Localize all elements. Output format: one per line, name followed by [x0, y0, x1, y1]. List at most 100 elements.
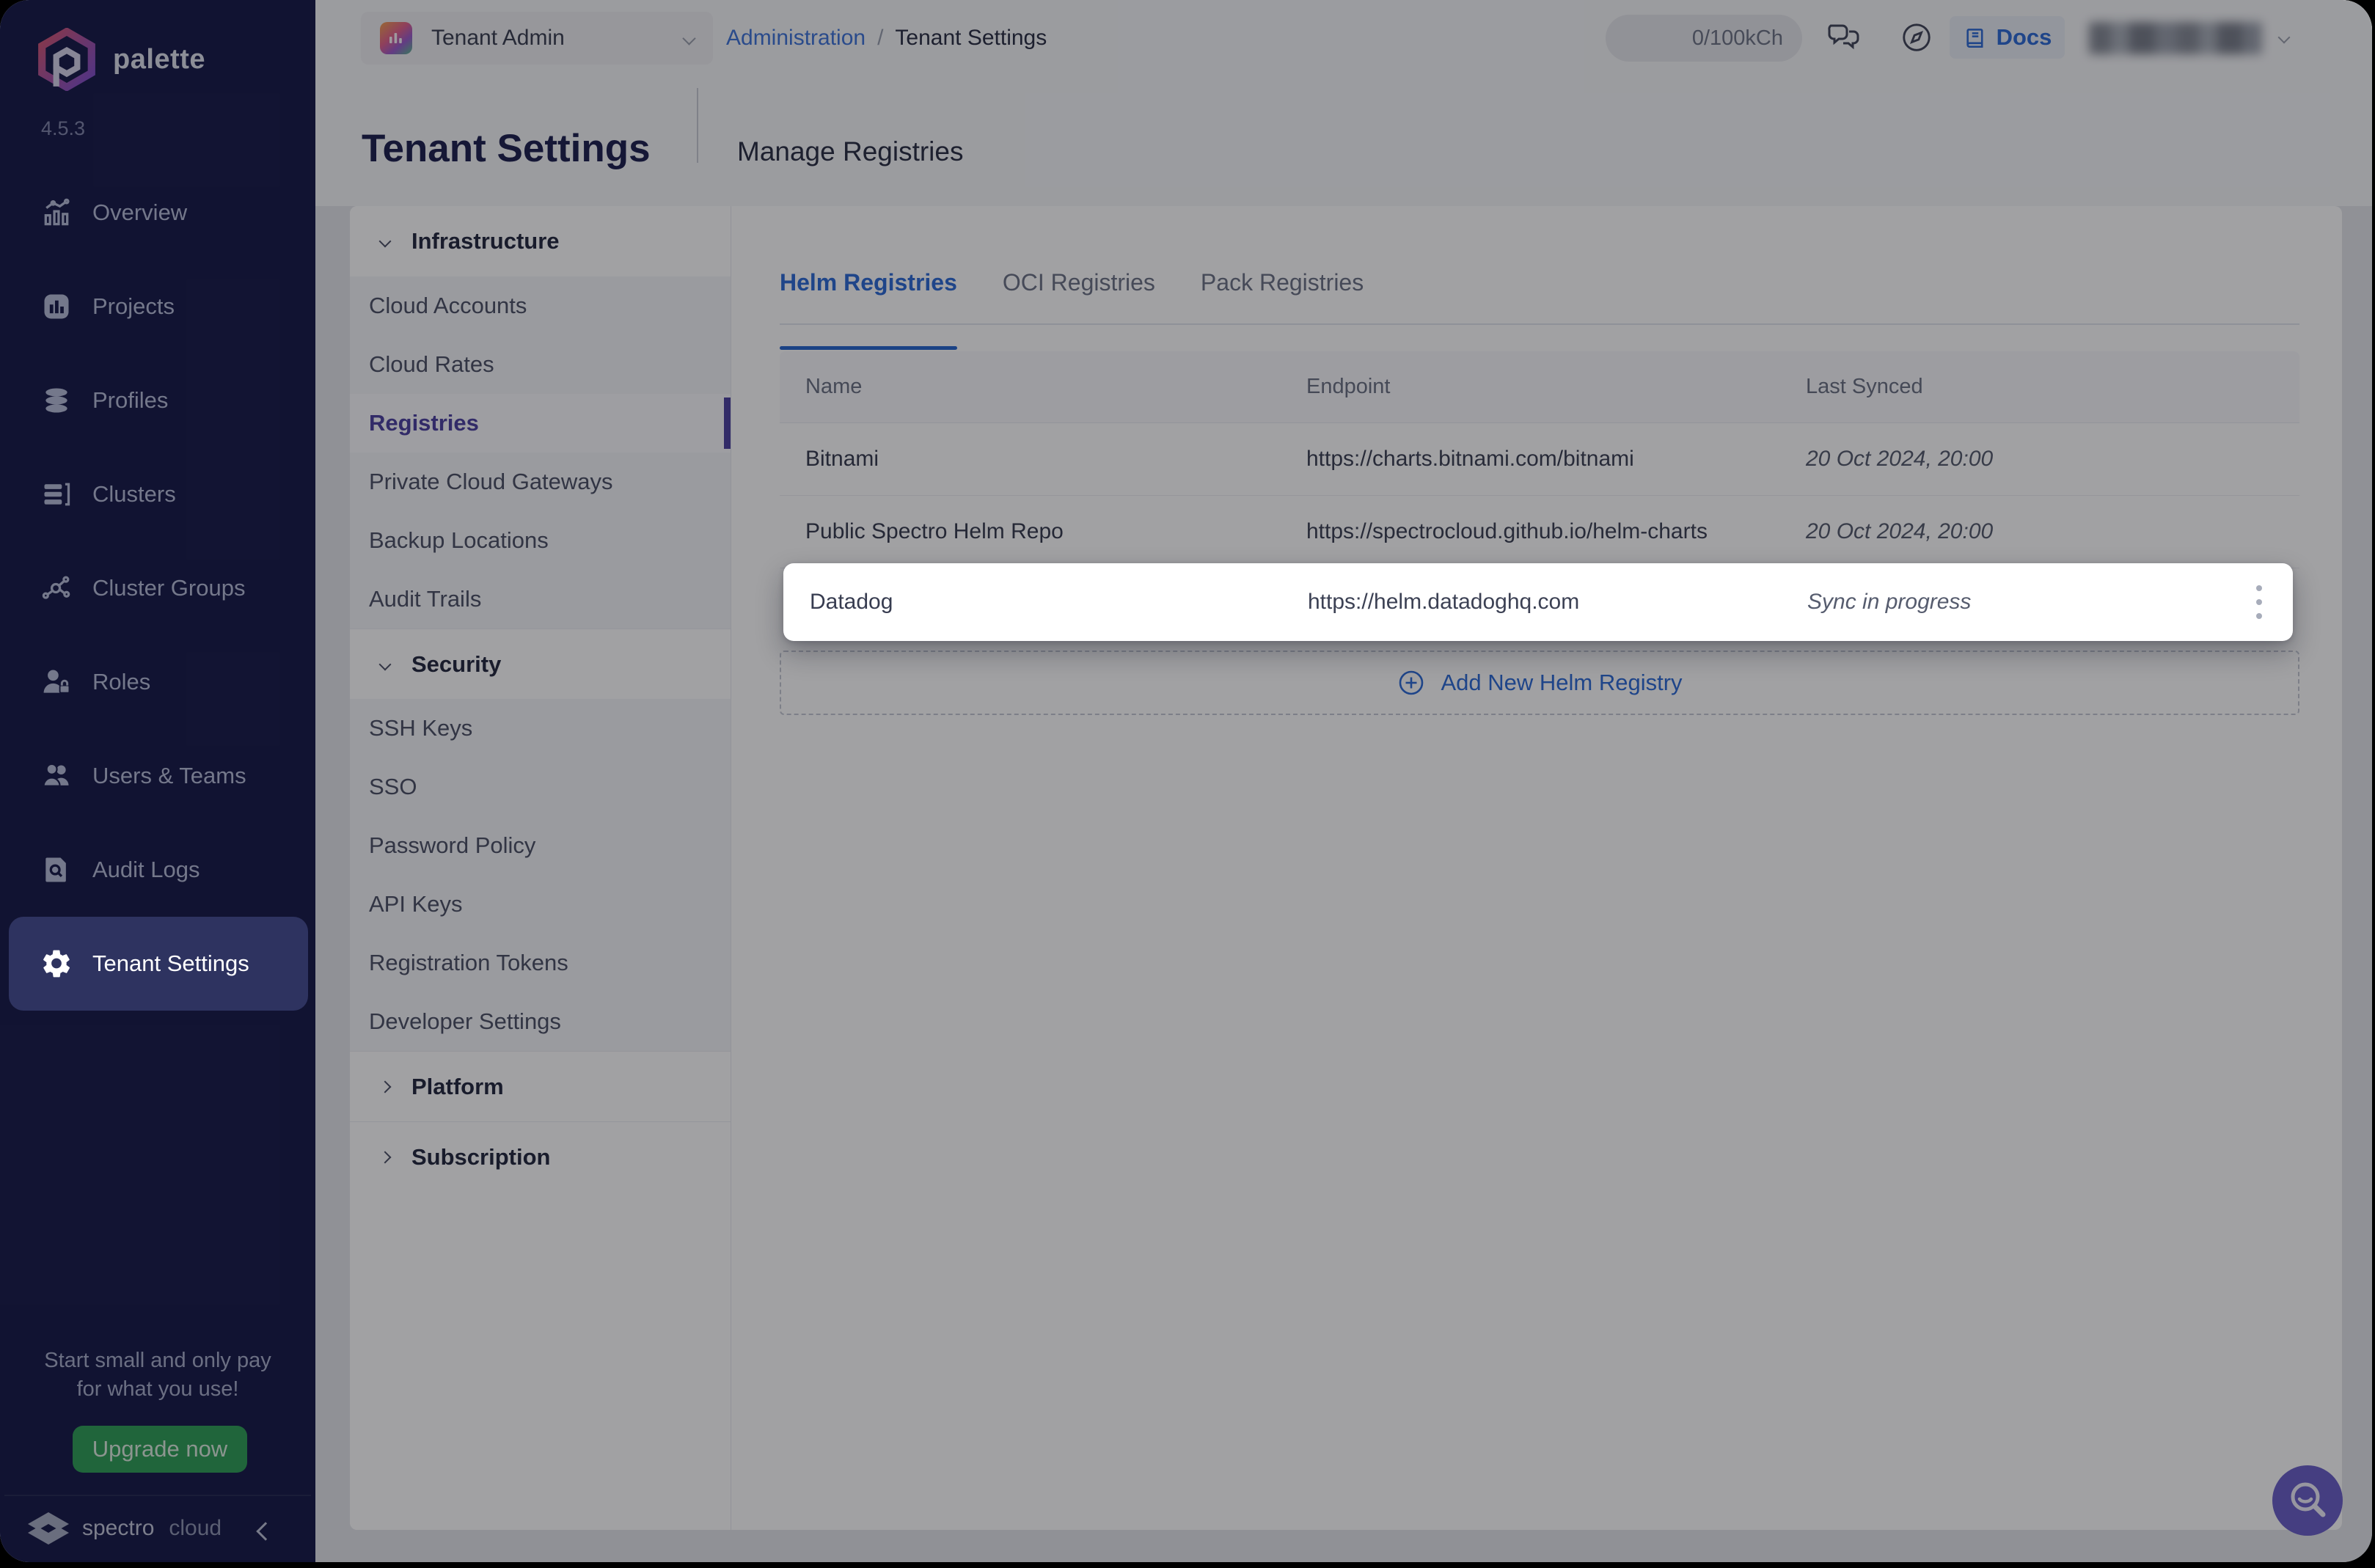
cell-endpoint: https://spectrocloud.github.io/helm-char…	[1306, 519, 1806, 544]
column-name: Name	[780, 375, 1306, 399]
user-menu-chevron-icon[interactable]	[2280, 32, 2288, 45]
tab-pack-registries[interactable]: Pack Registries	[1201, 269, 1364, 323]
registries-content: Helm Registries OCI Registries Pack Regi…	[731, 206, 2342, 1530]
overview-chart-icon	[40, 196, 73, 230]
settings-item-developer-settings[interactable]: Developer Settings	[350, 992, 731, 1051]
book-icon	[1963, 25, 1988, 50]
sidebar-item-label: Audit Logs	[92, 857, 200, 883]
title-divider	[697, 88, 698, 163]
chevron-down-icon	[379, 658, 392, 670]
chevron-right-icon	[379, 1080, 392, 1093]
brand-name: palette	[113, 44, 205, 76]
settings-item-backup-locations[interactable]: Backup Locations	[350, 511, 731, 570]
sidebar-item-label: Overview	[92, 199, 187, 226]
settings-item-label: Registration Tokens	[369, 950, 568, 976]
settings-item-registries[interactable]: Registries	[350, 394, 731, 453]
breadcrumb: Administration / Tenant Settings	[726, 0, 1047, 76]
explore-button[interactable]	[1900, 21, 1933, 54]
sidebar-footer-divider	[4, 1495, 311, 1496]
upgrade-now-button[interactable]: Upgrade now	[73, 1426, 247, 1473]
app-window: palette 4.5.3 Overview	[0, 0, 2372, 1562]
section-label: Security	[411, 651, 501, 678]
settings-item-password-policy[interactable]: Password Policy	[350, 816, 731, 875]
gear-icon	[40, 947, 73, 981]
usage-meter-pill[interactable]: 0/100kCh	[1606, 15, 1802, 62]
cell-endpoint: https://helm.datadoghq.com	[1308, 590, 1807, 615]
settings-item-cloud-rates[interactable]: Cloud Rates	[350, 335, 731, 394]
cell-name: Bitnami	[780, 447, 1306, 472]
brand-logo: palette	[38, 28, 205, 91]
table-row-bitnami[interactable]: Bitnami https://charts.bitnami.com/bitna…	[780, 423, 2299, 496]
user-name-redacted[interactable]	[2089, 22, 2262, 54]
promo-line1: Start small and only pay	[0, 1347, 315, 1375]
chevron-left-icon	[256, 1522, 274, 1540]
sidebar-item-tenant-settings[interactable]: Tenant Settings	[9, 917, 308, 1011]
row-actions-kebab-icon[interactable]	[2244, 580, 2274, 624]
docs-button[interactable]: Docs	[1950, 16, 2065, 59]
settings-item-label: Cloud Accounts	[369, 293, 527, 319]
palette-hex-logo-icon	[38, 28, 95, 91]
sidebar-item-label: Roles	[92, 669, 150, 695]
project-scope-icon	[380, 22, 412, 54]
project-scope-label: Tenant Admin	[431, 26, 565, 51]
sidebar-collapse-button[interactable]	[252, 1518, 279, 1545]
sidebar-item-label: Clusters	[92, 481, 176, 508]
tab-oci-registries[interactable]: OCI Registries	[1003, 269, 1155, 323]
compass-icon	[1900, 21, 1933, 54]
cell-name: Public Spectro Helm Repo	[780, 519, 1306, 544]
users-teams-icon	[40, 759, 73, 793]
column-endpoint: Endpoint	[1306, 375, 1806, 399]
breadcrumb-administration-link[interactable]: Administration	[726, 26, 866, 51]
upgrade-promo: Start small and only pay for what you us…	[0, 1347, 315, 1404]
sidebar-item-roles[interactable]: Roles	[0, 635, 315, 729]
table-row-public-spectro-helm-repo[interactable]: Public Spectro Helm Repo https://spectro…	[780, 496, 2299, 568]
section-subscription[interactable]: Subscription	[350, 1121, 731, 1192]
project-scope-selector[interactable]: Tenant Admin	[361, 12, 713, 65]
audit-logs-icon	[40, 853, 73, 887]
settings-item-label: Developer Settings	[369, 1008, 561, 1035]
settings-item-audit-trails[interactable]: Audit Trails	[350, 570, 731, 629]
section-label: Platform	[411, 1074, 504, 1100]
section-infrastructure[interactable]: Infrastructure	[350, 206, 731, 276]
settings-item-private-cloud-gateways[interactable]: Private Cloud Gateways	[350, 453, 731, 511]
settings-item-api-keys[interactable]: API Keys	[350, 875, 731, 934]
settings-item-label: SSH Keys	[369, 715, 472, 741]
add-new-helm-registry-button[interactable]: Add New Helm Registry	[780, 651, 2299, 715]
sidebar-item-overview[interactable]: Overview	[0, 166, 315, 260]
chat-button[interactable]	[1825, 19, 1863, 56]
tabs-divider	[780, 323, 2299, 325]
settings-item-sso[interactable]: SSO	[350, 758, 731, 816]
sidebar-item-users-teams[interactable]: Users & Teams	[0, 729, 315, 823]
settings-item-registration-tokens[interactable]: Registration Tokens	[350, 934, 731, 992]
table-row-datadog-highlighted[interactable]: Datadog https://helm.datadoghq.com Sync …	[783, 563, 2293, 641]
cell-last-synced: 20 Oct 2024, 20:00	[1806, 519, 2299, 544]
sidebar-item-audit-logs[interactable]: Audit Logs	[0, 823, 315, 917]
feedback-search-fab[interactable]	[2272, 1465, 2343, 1536]
settings-item-ssh-keys[interactable]: SSH Keys	[350, 699, 731, 758]
section-security[interactable]: Security	[350, 629, 731, 699]
settings-item-label: Registries	[369, 410, 479, 436]
sidebar-item-label: Profiles	[92, 387, 168, 414]
settings-item-label: Cloud Rates	[369, 351, 494, 378]
spectro-cloud-brand: spectrocloud	[25, 1508, 222, 1549]
section-platform[interactable]: Platform	[350, 1051, 731, 1121]
footer-brand-primary: spectro	[82, 1516, 154, 1541]
sidebar-nav: Overview Projects	[0, 166, 315, 1011]
sidebar-item-label: Cluster Groups	[92, 575, 245, 601]
tab-helm-registries[interactable]: Helm Registries	[780, 269, 957, 323]
sidebar-item-clusters[interactable]: Clusters	[0, 447, 315, 541]
settings-item-label: Private Cloud Gateways	[369, 469, 613, 495]
cell-last-synced: 20 Oct 2024, 20:00	[1806, 447, 2299, 472]
security-items: SSH Keys SSO Password Policy API Keys Re…	[350, 699, 731, 1051]
cell-endpoint: https://charts.bitnami.com/bitnami	[1306, 447, 1806, 472]
sidebar-item-projects[interactable]: Projects	[0, 260, 315, 353]
sidebar-item-profiles[interactable]: Profiles	[0, 353, 315, 447]
sidebar-item-cluster-groups[interactable]: Cluster Groups	[0, 541, 315, 635]
settings-item-cloud-accounts[interactable]: Cloud Accounts	[350, 276, 731, 335]
cell-name: Datadog	[783, 590, 1308, 615]
profiles-stack-icon	[40, 384, 73, 417]
clusters-server-icon	[40, 477, 73, 511]
breadcrumb-current: Tenant Settings	[895, 26, 1047, 51]
helm-registries-table: Name Endpoint Last Synced Bitnami https:…	[780, 351, 2299, 715]
plus-circle-icon	[1397, 668, 1426, 697]
